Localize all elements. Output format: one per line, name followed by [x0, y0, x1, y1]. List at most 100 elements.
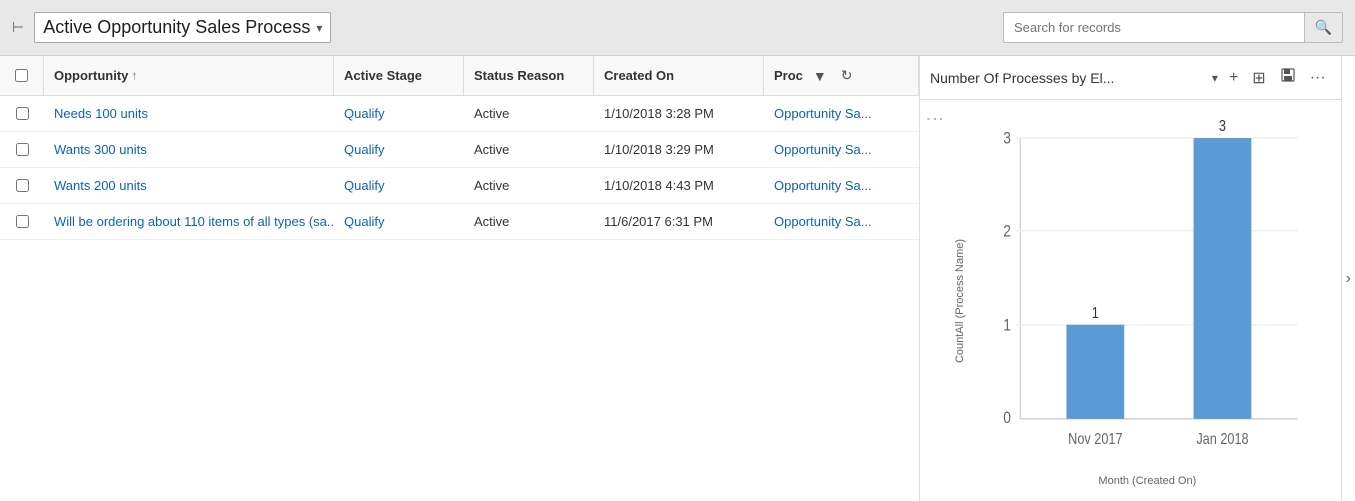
th-created-on-label: Created On	[604, 68, 674, 83]
active-stage-link[interactable]: Qualify	[344, 214, 384, 229]
active-stage-link[interactable]: Qualify	[344, 142, 384, 157]
process-link[interactable]: Opportunity Sa...	[774, 214, 872, 229]
th-process-label: Proc	[774, 68, 803, 83]
row-checkbox[interactable]	[16, 179, 29, 192]
row-checkbox[interactable]	[16, 143, 29, 156]
process-link[interactable]: Opportunity Sa...	[774, 142, 872, 157]
chart-svg: 0 1 2 3 1	[974, 110, 1321, 475]
main-content: Opportunity ↑ Active Stage Status Reason…	[0, 56, 1355, 501]
row-checkbox-cell[interactable]	[0, 168, 44, 203]
row-checkbox[interactable]	[16, 107, 29, 120]
chart-expand-button[interactable]: ⊞	[1247, 65, 1270, 91]
active-stage-link[interactable]: Qualify	[344, 106, 384, 121]
chart-title-chevron-icon: ▾	[1212, 71, 1218, 85]
title-chevron-icon: ▾	[316, 21, 322, 35]
search-input[interactable]	[1004, 14, 1304, 41]
sort-icon: ↑	[128, 70, 137, 82]
svg-text:3: 3	[1003, 129, 1011, 148]
svg-text:2: 2	[1003, 222, 1011, 241]
th-status-reason: Status Reason	[464, 56, 594, 95]
td-status-reason: Active	[464, 96, 594, 131]
th-active-stage-label: Active Stage	[344, 68, 422, 83]
row-checkbox-cell[interactable]	[0, 132, 44, 167]
search-box: 🔍	[1003, 12, 1343, 43]
chart-more-button[interactable]: ···	[1305, 66, 1331, 90]
process-link[interactable]: Opportunity Sa...	[774, 178, 872, 193]
td-opportunity: Wants 200 units	[44, 168, 334, 203]
search-button[interactable]: 🔍	[1304, 13, 1342, 42]
chart-plot: 0 1 2 3 1	[974, 110, 1321, 475]
table-row: Needs 100 units Qualify Active 1/10/2018…	[0, 96, 919, 132]
td-active-stage: Qualify	[334, 96, 464, 131]
bar-jan2018[interactable]	[1194, 138, 1252, 419]
chart-dots-handle[interactable]: ⋮	[920, 110, 946, 491]
table-row: Will be ordering about 110 items of all …	[0, 204, 919, 240]
chart-toolbar: + ⊞ ···	[1224, 64, 1331, 91]
td-created-on: 1/10/2018 3:29 PM	[594, 132, 764, 167]
th-process: Proc ▼ ↻	[764, 56, 919, 95]
row-checkbox[interactable]	[16, 215, 29, 228]
row-checkbox-cell[interactable]	[0, 204, 44, 239]
y-axis-label-container: CountAll (Process Name)	[946, 110, 974, 491]
chart-add-button[interactable]: +	[1224, 66, 1243, 90]
select-all-checkbox-cell[interactable]	[0, 56, 44, 95]
th-status-reason-label: Status Reason	[474, 68, 564, 83]
svg-text:Nov 2017: Nov 2017	[1068, 430, 1122, 447]
page-title: Active Opportunity Sales Process	[43, 17, 310, 38]
svg-text:1: 1	[1092, 304, 1099, 321]
td-active-stage: Qualify	[334, 132, 464, 167]
td-process: Opportunity Sa...	[764, 96, 919, 131]
x-axis-title: Month (Created On)	[974, 475, 1321, 491]
y-axis-label: CountAll (Process Name)	[954, 238, 966, 362]
th-active-stage: Active Stage	[334, 56, 464, 95]
opportunity-link[interactable]: Needs 100 units	[54, 106, 148, 121]
td-created-on: 1/10/2018 3:28 PM	[594, 96, 764, 131]
chart-area: ⋮ CountAll (Process Name) 0 1	[920, 100, 1341, 501]
process-link[interactable]: Opportunity Sa...	[774, 106, 872, 121]
td-status-reason: Active	[464, 132, 594, 167]
td-active-stage: Qualify	[334, 204, 464, 239]
td-created-on: 11/6/2017 6:31 PM	[594, 204, 764, 239]
right-scroll-arrow[interactable]: ›	[1341, 56, 1355, 501]
table-panel: Opportunity ↑ Active Stage Status Reason…	[0, 56, 920, 501]
opportunity-link[interactable]: Wants 300 units	[54, 142, 147, 157]
header-bar: ⊢ Active Opportunity Sales Process ▾ 🔍	[0, 0, 1355, 56]
td-active-stage: Qualify	[334, 168, 464, 203]
chart-inner: 0 1 2 3 1	[974, 110, 1321, 491]
filter-button[interactable]: ▼	[809, 66, 831, 86]
bar-nov2017[interactable]	[1066, 325, 1124, 419]
refresh-button[interactable]: ↻	[837, 65, 857, 86]
td-status-reason: Active	[464, 168, 594, 203]
active-stage-link[interactable]: Qualify	[344, 178, 384, 193]
title-box[interactable]: Active Opportunity Sales Process ▾	[34, 12, 331, 43]
chart-save-button[interactable]	[1275, 64, 1301, 91]
td-process: Opportunity Sa...	[764, 132, 919, 167]
td-process: Opportunity Sa...	[764, 204, 919, 239]
table-body: Needs 100 units Qualify Active 1/10/2018…	[0, 96, 919, 501]
td-opportunity: Wants 300 units	[44, 132, 334, 167]
table-row: Wants 200 units Qualify Active 1/10/2018…	[0, 168, 919, 204]
svg-text:1: 1	[1003, 316, 1011, 335]
save-icon	[1280, 67, 1296, 83]
opportunity-link[interactable]: Wants 200 units	[54, 178, 147, 193]
th-opportunity: Opportunity ↑	[44, 56, 334, 95]
chart-header: Number Of Processes by El... ▾ + ⊞ ···	[920, 56, 1341, 100]
td-created-on: 1/10/2018 4:43 PM	[594, 168, 764, 203]
svg-text:3: 3	[1219, 117, 1226, 134]
chart-panel: Number Of Processes by El... ▾ + ⊞ ··· ⋮…	[920, 56, 1341, 501]
td-opportunity: Will be ordering about 110 items of all …	[44, 204, 334, 239]
table-row: Wants 300 units Qualify Active 1/10/2018…	[0, 132, 919, 168]
td-opportunity: Needs 100 units	[44, 96, 334, 131]
chart-title: Number Of Processes by El...	[930, 70, 1206, 86]
nav-pin-icon: ⊢	[12, 19, 24, 36]
svg-text:0: 0	[1003, 409, 1011, 428]
td-process: Opportunity Sa...	[764, 168, 919, 203]
th-created-on: Created On	[594, 56, 764, 95]
svg-text:Jan 2018: Jan 2018	[1196, 430, 1248, 447]
table-header: Opportunity ↑ Active Stage Status Reason…	[0, 56, 919, 96]
th-opportunity-label: Opportunity	[54, 68, 128, 83]
select-all-checkbox[interactable]	[15, 69, 28, 82]
row-checkbox-cell[interactable]	[0, 96, 44, 131]
opportunity-link[interactable]: Will be ordering about 110 items of all …	[54, 214, 334, 229]
td-status-reason: Active	[464, 204, 594, 239]
